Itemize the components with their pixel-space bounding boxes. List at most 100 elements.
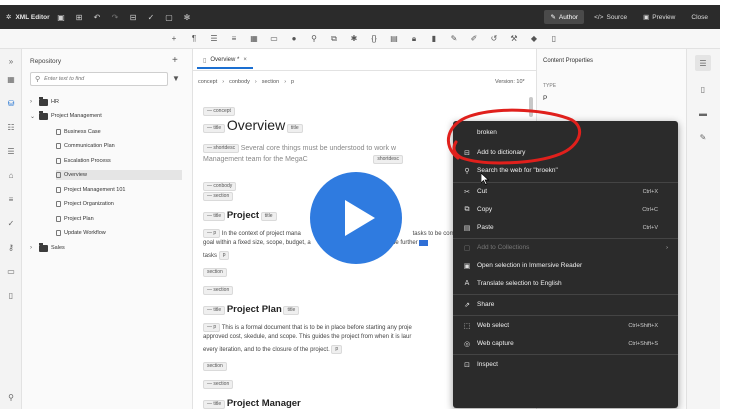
add-icon[interactable]: +	[172, 55, 178, 66]
footnote-icon[interactable]: ✱	[345, 30, 363, 48]
lock-icon[interactable]: 🔒︎	[405, 30, 423, 48]
tree-folder-sales[interactable]: › Sales	[30, 242, 65, 253]
save-icon[interactable]: ▣	[52, 8, 70, 26]
mode-author[interactable]: ✎ Author	[544, 10, 585, 24]
tree-file[interactable]: Communication Plan	[56, 141, 115, 151]
image-icon[interactable]: ▭	[265, 30, 283, 48]
comment-icon[interactable]: ▬	[695, 105, 711, 121]
breadcrumb-item[interactable]: conbody	[229, 79, 250, 85]
tree-file-selected[interactable]: Overview	[56, 170, 182, 180]
tree-file[interactable]: Update Workflow	[56, 228, 106, 238]
spell-icon[interactable]: ✓	[3, 215, 19, 231]
history-icon[interactable]: ↺	[485, 30, 503, 48]
ordered-list-icon[interactable]: ☰	[205, 30, 223, 48]
menu-item-share[interactable]: ⇗ Share	[453, 296, 678, 313]
breadcrumb-item[interactable]: section	[262, 79, 279, 85]
file-icon[interactable]: ▯	[3, 287, 19, 303]
filter-icon[interactable]: ▼	[172, 74, 180, 83]
tag-title-open[interactable]: — title	[203, 211, 226, 221]
save-as-icon[interactable]: ⊞	[70, 8, 88, 26]
wrench-icon[interactable]: ⚒	[505, 30, 523, 48]
repository-search[interactable]: ⚲	[30, 72, 168, 86]
tag-conbody[interactable]: — conbody	[203, 182, 237, 191]
tag-icon[interactable]: ◆	[525, 30, 543, 48]
tag-shortdesc[interactable]: — shortdesc	[203, 144, 240, 153]
shortdesc-text[interactable]: Several core things must be understood t…	[241, 145, 396, 152]
database-icon[interactable]: ⛁	[3, 95, 19, 111]
tree-file[interactable]: Project Management 101	[56, 185, 125, 195]
tree-file[interactable]: Project Plan	[56, 214, 94, 224]
project-manager-heading[interactable]: Project Manager	[227, 398, 301, 409]
tree-file[interactable]: Project Organization	[56, 199, 114, 209]
menu-item-cut[interactable]: ✂ Cut Ctrl+X	[453, 183, 678, 200]
menu-item-copy[interactable]: ⧉ Copy Ctrl+C	[453, 201, 678, 218]
properties-sliders-icon[interactable]: ☰	[695, 55, 711, 71]
chevron-right-icon[interactable]: ›	[30, 245, 36, 251]
tag-title-close[interactable]: title	[286, 123, 303, 133]
tag-section-close[interactable]: section	[203, 362, 227, 371]
pencil-icon[interactable]: ✎	[695, 129, 711, 145]
tree-folder-hr[interactable]: › HR	[30, 96, 59, 107]
tree-file[interactable]: Escalation Process	[56, 156, 111, 166]
menu-item-inspect[interactable]: ⊡ Inspect	[453, 356, 678, 373]
repository-search-input[interactable]	[44, 76, 155, 82]
menu-item-immersive-reader[interactable]: ▣ Open selection in Immersive Reader	[453, 257, 678, 274]
table-icon[interactable]: ▦	[245, 30, 263, 48]
tag-section-close[interactable]: section	[203, 268, 227, 277]
edit-icon[interactable]: ✎	[445, 30, 463, 48]
snippet-icon[interactable]: ▤	[385, 30, 403, 48]
tree-folder-project-management[interactable]: ⌄ Project Management	[30, 110, 102, 121]
tag-p-close[interactable]: p	[218, 251, 230, 260]
grid-icon[interactable]: ▦	[3, 71, 19, 87]
selected-word[interactable]	[419, 240, 428, 246]
tag-title-close[interactable]: title	[260, 211, 277, 221]
insert-plus-icon[interactable]: +	[165, 30, 183, 48]
tag-p[interactable]: — p	[203, 323, 221, 332]
collapse-chevron-icon[interactable]: »	[3, 53, 19, 69]
mode-source[interactable]: </> Source	[588, 11, 633, 24]
chevron-right-icon[interactable]: ›	[30, 99, 36, 105]
tag-title-open[interactable]: — title	[203, 123, 226, 133]
breadcrumb-item[interactable]: p	[291, 79, 294, 85]
tag-concept[interactable]: — concept	[203, 107, 235, 116]
preview-doc-icon[interactable]: ▢	[160, 8, 178, 26]
project-plan-heading[interactable]: Project Plan	[227, 304, 282, 315]
plan-text-3[interactable]: every iteration, and to the closure of t…	[203, 347, 330, 353]
version-label[interactable]: Version: 10*	[495, 79, 525, 85]
menu-item-paste[interactable]: ▤ Paste Ctrl+V	[453, 219, 678, 236]
file-info-icon[interactable]: ▯	[695, 81, 711, 97]
overview-title[interactable]: Overview	[227, 117, 285, 133]
tab-overview[interactable]: ▯ Overview * ×	[197, 53, 253, 69]
tag-title-open[interactable]: — title	[203, 305, 226, 315]
mode-preview[interactable]: ▣ Preview	[637, 10, 681, 24]
plan-text-1[interactable]: This is a formal document that is to be …	[222, 325, 412, 331]
project-text-2[interactable]: goal within a fixed size, scope, budget,…	[203, 240, 311, 246]
xref-icon[interactable]: ⧉	[325, 30, 343, 48]
video-play-button[interactable]	[310, 172, 402, 264]
menu-item-translate[interactable]: A Translate selection to English	[453, 275, 678, 292]
hierarchy-icon[interactable]: ⌂	[3, 167, 19, 183]
doc-icon[interactable]: ▯	[545, 30, 563, 48]
menu-item-web-capture[interactable]: ◎ Web capture Ctrl+Shift+S	[453, 335, 678, 352]
tag-section[interactable]: — section	[203, 192, 234, 201]
project-heading[interactable]: Project	[227, 210, 259, 221]
list-icon[interactable]: ☰	[3, 143, 19, 159]
tag-section[interactable]: — section	[203, 380, 234, 389]
outline-icon[interactable]: ☷	[3, 119, 19, 135]
options-gear-icon[interactable]: ✻	[178, 8, 196, 26]
monitor-icon[interactable]: ▭	[3, 263, 19, 279]
close-button[interactable]: Close	[685, 11, 714, 24]
braces-icon[interactable]: {}	[365, 30, 383, 48]
key-icon[interactable]: ⚷	[3, 239, 19, 255]
comment-icon[interactable]: ✐	[465, 30, 483, 48]
unordered-list-icon[interactable]: ≡	[225, 30, 243, 48]
tree-file[interactable]: Business Case	[56, 127, 101, 137]
shortdesc-text-2[interactable]: Management team for the MegaC	[203, 156, 308, 163]
search-replace-icon[interactable]: ⚲	[3, 389, 19, 405]
media-icon[interactable]: ●	[285, 30, 303, 48]
link-icon[interactable]: ⚲	[305, 30, 323, 48]
tag-section[interactable]: — section	[203, 286, 234, 295]
tag-title-close[interactable]: title	[283, 305, 300, 315]
tag-title-open[interactable]: — title	[203, 399, 226, 409]
close-tab-icon[interactable]: ×	[243, 57, 247, 63]
